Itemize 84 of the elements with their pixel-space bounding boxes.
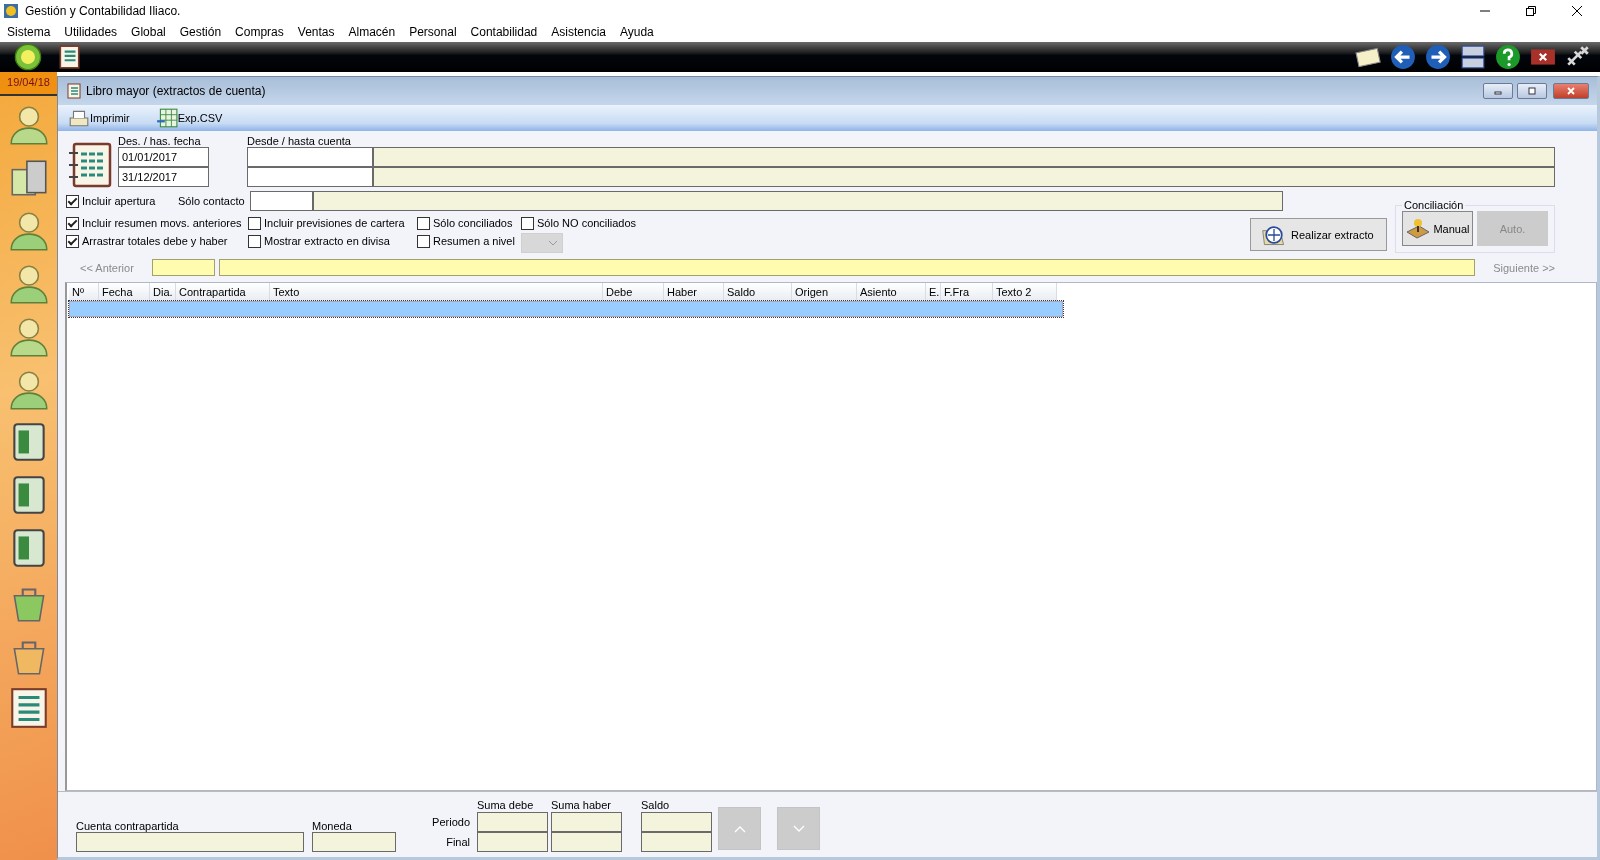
date-range-label: Des. / has. fecha	[118, 135, 202, 147]
currency-label: Moneda	[312, 820, 353, 832]
option-checkbox[interactable]: Mostrar extracto en divisa	[248, 233, 390, 249]
chevron-down-icon	[792, 824, 805, 833]
menu-item[interactable]: Global	[131, 25, 166, 39]
period-label: Periodo	[431, 815, 471, 830]
column-header[interactable]: E.	[926, 283, 941, 301]
record-name-field[interactable]	[218, 259, 1476, 276]
run-statement-button[interactable]: Realizar extracto	[1250, 218, 1387, 251]
column-header[interactable]: Texto 2	[993, 283, 1057, 301]
chevron-up-icon	[733, 824, 746, 833]
close-button[interactable]	[1553, 83, 1589, 99]
period-balance-field[interactable]	[641, 812, 712, 832]
counter-account-label: Cuenta contrapartida	[76, 820, 180, 832]
column-header[interactable]: Nº	[69, 283, 99, 301]
minimize-button[interactable]	[1483, 83, 1513, 99]
option-checkbox[interactable]: Incluir resumen movs. anteriores	[66, 215, 242, 231]
column-header[interactable]: Fecha	[99, 283, 150, 301]
ledger-icon	[66, 83, 82, 99]
final-credit-field[interactable]	[551, 832, 622, 852]
menu-item[interactable]: Asistencia	[551, 25, 606, 39]
maximize-button[interactable]	[1517, 83, 1547, 99]
counter-account-field[interactable]	[76, 832, 304, 852]
document-title: Libro mayor (extractos de cuenta)	[86, 84, 266, 98]
column-header[interactable]: Haber	[664, 283, 724, 301]
column-header[interactable]: Saldo	[724, 283, 792, 301]
tile-windows-icon[interactable]	[1460, 44, 1486, 70]
app-icon	[3, 3, 19, 19]
help-icon[interactable]	[1495, 44, 1521, 70]
column-header[interactable]: F.Fra	[941, 283, 993, 301]
contact-name-field[interactable]	[312, 191, 1284, 211]
from-account-name-field[interactable]	[373, 147, 1555, 167]
manual-button[interactable]: Manual	[1402, 211, 1473, 246]
reconciliation-title: Conciliación	[1403, 199, 1465, 211]
maximize-icon	[1526, 87, 1538, 95]
option-checkbox[interactable]: Resumen a nivel	[417, 233, 515, 249]
option-checkbox[interactable]: Sólo NO conciliados	[521, 215, 637, 231]
print-button[interactable]: Imprimir	[64, 108, 134, 128]
column-header[interactable]: Debe	[603, 283, 664, 301]
menu-item[interactable]: Ventas	[297, 25, 335, 39]
sum-debit-label: Suma debe	[477, 798, 535, 812]
menu-item[interactable]: Gestión	[179, 25, 222, 39]
to-date-field[interactable]: 31/12/2017	[118, 167, 209, 187]
record-code-field[interactable]	[151, 259, 215, 276]
final-balance-field[interactable]	[641, 832, 712, 852]
account-range-label: Desde / hasta cuenta	[247, 135, 352, 147]
column-header[interactable]: Origen	[792, 283, 857, 301]
final-debit-field[interactable]	[477, 832, 548, 852]
contact-code-field[interactable]	[249, 191, 313, 211]
from-date-field[interactable]: 01/01/2017	[118, 147, 209, 167]
option-checkbox[interactable]: Sólo conciliados	[417, 215, 513, 231]
contact-label: Sólo contacto	[178, 195, 245, 207]
menu-item[interactable]: Personal	[409, 25, 457, 39]
menu-item[interactable]: Sistema	[7, 25, 51, 39]
sum-credit-label: Suma haber	[551, 798, 612, 812]
option-checkbox[interactable]: Arrastrar totales debe y haber	[66, 233, 228, 249]
close-icon	[1565, 87, 1577, 95]
option-checkbox[interactable]: Incluir previsiones de cartera	[248, 215, 405, 231]
balance-label: Saldo	[641, 798, 671, 812]
column-header[interactable]: Contrapartida	[176, 283, 270, 301]
ledger-icon	[66, 141, 114, 189]
dropdown-caret-icon	[548, 240, 558, 246]
from-account-field[interactable]	[247, 147, 373, 167]
currency-field[interactable]	[312, 832, 396, 852]
period-debit-field[interactable]	[477, 812, 548, 832]
printer-icon	[68, 108, 90, 128]
menu-item[interactable]: Contabilidad	[470, 25, 538, 39]
spreadsheet-icon	[155, 108, 178, 128]
column-header[interactable]: Texto	[270, 283, 603, 301]
to-account-name-field[interactable]	[373, 167, 1555, 187]
menu-item[interactable]: Utilidades	[64, 25, 118, 39]
column-header[interactable]: Asiento	[857, 283, 926, 301]
to-account-field[interactable]	[247, 167, 373, 187]
export-button[interactable]: Exp.CSV	[151, 108, 227, 128]
final-label: Final	[445, 835, 471, 850]
window-title: Gestión y Contabilidad Iliaco.	[25, 4, 181, 18]
menu-item[interactable]: Almacén	[348, 25, 396, 39]
menu-item[interactable]: Ayuda	[620, 25, 654, 39]
column-header[interactable]: Dia.	[150, 283, 176, 301]
period-credit-field[interactable]	[551, 812, 622, 832]
option-checkbox[interactable]: Incluir apertura	[66, 193, 178, 209]
menu-item[interactable]: Compras	[235, 25, 284, 39]
date-label: 19/04/18	[0, 72, 57, 96]
logo-icon[interactable]	[14, 43, 42, 71]
